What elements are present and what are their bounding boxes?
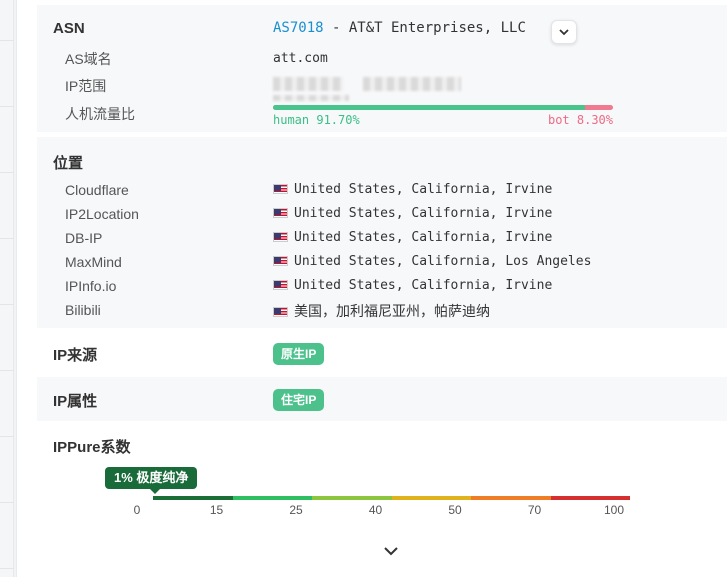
location-ipinfo-label: IPInfo.io xyxy=(65,278,117,294)
traffic-redacted xyxy=(273,95,349,101)
location-cloudflare-text: United States, California, Irvine xyxy=(294,182,553,197)
location-ip2location-text: United States, California, Irvine xyxy=(294,206,553,221)
asn-dropdown-button[interactable] xyxy=(551,20,577,44)
chevron-down-icon xyxy=(559,29,569,36)
traffic-ratio-label: 人机流量比 xyxy=(65,106,135,122)
location-title: 位置 xyxy=(53,155,84,172)
ip-type-section: IP属性 住宅IP xyxy=(37,377,727,421)
us-flag-icon xyxy=(273,307,288,317)
asn-number-link[interactable]: AS7018 xyxy=(273,20,324,36)
ip-range-redacted xyxy=(273,77,343,91)
ip-range-redacted-2 xyxy=(363,77,461,91)
location-cloudflare-label: Cloudflare xyxy=(65,182,129,198)
us-flag-icon xyxy=(273,256,288,266)
ippure-title: IPPure系数 xyxy=(53,439,131,456)
ip-range-label: IP范围 xyxy=(65,78,107,94)
location-maxmind-value: United States, California, Los Angeles xyxy=(273,254,591,269)
ip-type-title: IP属性 xyxy=(53,393,98,410)
ippure-tick-label: 40 xyxy=(368,503,383,517)
us-flag-icon xyxy=(273,232,288,242)
ippure-tick-label: 25 xyxy=(289,503,303,517)
asn-org-name: - AT&T Enterprises, LLC xyxy=(323,20,526,36)
ippure-tick-label: 0 xyxy=(133,503,141,517)
asn-value: AS7018 - AT&T Enterprises, LLC xyxy=(273,20,526,36)
asn-title: ASN xyxy=(53,20,85,37)
location-dbip-text: United States, California, Irvine xyxy=(294,230,553,245)
human-traffic-fill xyxy=(273,105,585,110)
bot-traffic-text: bot 8.30% xyxy=(547,113,613,127)
ippure-tick-label: 70 xyxy=(527,503,542,517)
ippure-scale-segment xyxy=(550,496,630,500)
location-ipinfo-text: United States, California, Irvine xyxy=(294,278,553,293)
ippure-tick-label: 100 xyxy=(603,503,625,517)
ip-source-section: IP来源 原生IP xyxy=(37,333,727,373)
location-bilibili-text: 美国，加利福尼亚州，帕萨迪纳 xyxy=(294,304,490,320)
location-bilibili-label: Bilibili xyxy=(65,302,101,318)
ippure-tick-label: 15 xyxy=(209,503,224,517)
location-bilibili-value: 美国，加利福尼亚州，帕萨迪纳 xyxy=(273,301,490,321)
location-section: 位置 Cloudflare United States, California,… xyxy=(37,137,727,328)
left-sidebar-strip xyxy=(0,0,14,577)
ip-source-tag: 原生IP xyxy=(273,343,325,365)
ippure-scale-segment xyxy=(471,496,551,500)
location-maxmind-label: MaxMind xyxy=(65,254,122,270)
us-flag-icon xyxy=(273,280,288,290)
us-flag-icon xyxy=(273,208,288,218)
ippure-scale-segment xyxy=(312,496,392,500)
ippure-score-badge: 1% 极度纯净 xyxy=(105,467,198,494)
ip-source-title: IP来源 xyxy=(53,347,98,364)
asn-domain-label: AS域名 xyxy=(65,51,112,67)
ippure-tick-label: 50 xyxy=(448,503,462,517)
ippure-scale-segment xyxy=(232,496,312,500)
asn-domain-value: att.com xyxy=(273,51,328,66)
location-dbip-value: United States, California, Irvine xyxy=(273,230,552,245)
human-traffic-text: human 91.70% xyxy=(273,113,360,127)
chevron-down-icon[interactable] xyxy=(381,541,401,561)
ippure-scale-segment xyxy=(153,496,233,500)
location-ipinfo-value: United States, California, Irvine xyxy=(273,278,552,293)
traffic-ratio-bar xyxy=(273,105,613,110)
location-maxmind-text: United States, California, Los Angeles xyxy=(294,254,592,269)
ippure-scale-bar xyxy=(153,496,630,500)
location-ip2location-value: United States, California, Irvine xyxy=(273,206,552,221)
location-ip2location-label: IP2Location xyxy=(65,206,139,222)
ippure-scale-segment xyxy=(391,496,471,500)
location-cloudflare-value: United States, California, Irvine xyxy=(273,182,552,197)
ip-info-card: ASN AS7018 - AT&T Enterprises, LLC AS域名 … xyxy=(16,0,727,577)
asn-section: ASN AS7018 - AT&T Enterprises, LLC AS域名 … xyxy=(37,5,727,132)
ip-type-tag: 住宅IP xyxy=(273,389,325,411)
location-dbip-label: DB-IP xyxy=(65,230,103,246)
us-flag-icon xyxy=(273,184,288,194)
